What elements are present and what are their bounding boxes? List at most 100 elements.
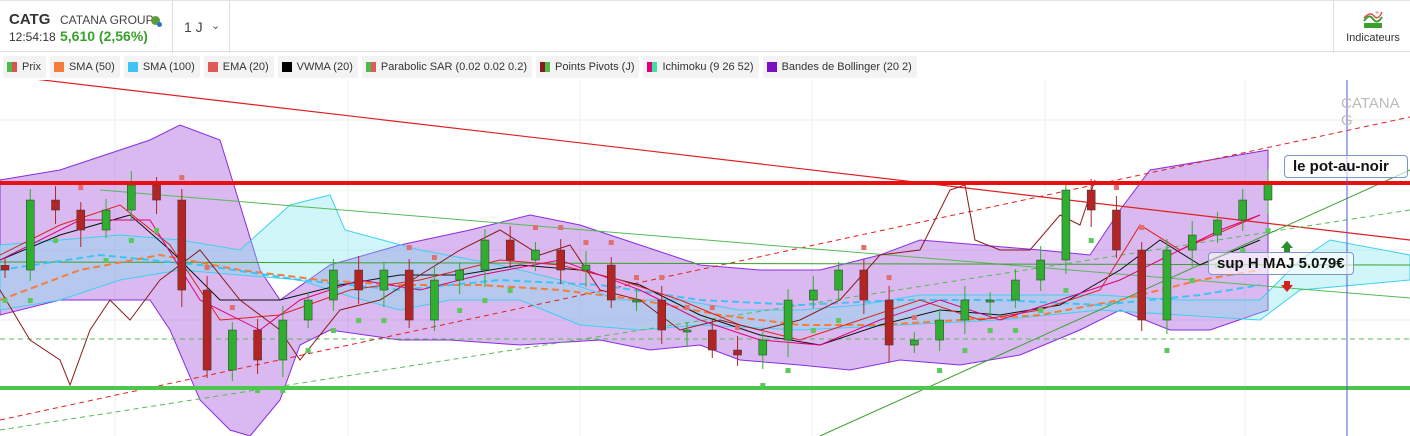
candle-down[interactable] bbox=[253, 329, 262, 361]
sar-dot bbox=[229, 305, 235, 311]
legend-item[interactable]: Ichimoku (9 26 52) bbox=[643, 56, 759, 78]
sar-dot bbox=[330, 328, 336, 334]
legend-swatch-icon bbox=[281, 62, 292, 72]
legend-label: SMA (100) bbox=[142, 61, 195, 73]
candle-down[interactable] bbox=[606, 264, 616, 301]
sar-dot bbox=[53, 238, 59, 244]
chart-watermark: CATANA G bbox=[1341, 95, 1399, 129]
indicators-button[interactable]: + Indicateurs bbox=[1336, 9, 1410, 44]
candle-up[interactable] bbox=[1238, 199, 1247, 221]
candle-down[interactable] bbox=[1137, 249, 1146, 321]
candle-up[interactable] bbox=[278, 319, 288, 361]
candle-up[interactable] bbox=[809, 289, 818, 301]
candle-up[interactable] bbox=[531, 249, 540, 261]
sar-dot bbox=[532, 225, 538, 231]
candle-down[interactable] bbox=[556, 249, 565, 271]
sar-dot bbox=[179, 175, 185, 181]
candle-down[interactable] bbox=[152, 184, 161, 201]
candle-up[interactable] bbox=[228, 329, 237, 371]
legend-item[interactable]: SMA (100) bbox=[123, 56, 200, 78]
sar-dot bbox=[684, 305, 690, 311]
legend-item[interactable]: Prix bbox=[3, 56, 46, 78]
candle-up[interactable] bbox=[127, 184, 136, 211]
candle-up[interactable] bbox=[379, 269, 389, 291]
legend-item[interactable]: Points Pivots (J) bbox=[536, 56, 640, 78]
legend-label: Parabolic SAR (0.02 0.02 0.2) bbox=[380, 61, 528, 73]
candle-up[interactable] bbox=[101, 209, 111, 231]
sar-dot bbox=[1265, 228, 1271, 234]
candle-up[interactable] bbox=[1162, 249, 1172, 321]
candle-up[interactable] bbox=[1011, 279, 1020, 301]
legend-item[interactable]: Bandes de Bollinger (20 2) bbox=[762, 56, 917, 78]
sar-dot bbox=[987, 328, 993, 334]
candle-up[interactable] bbox=[758, 339, 768, 356]
candle-up[interactable] bbox=[480, 239, 490, 271]
candle-up[interactable] bbox=[581, 264, 591, 271]
sar-dot bbox=[1063, 288, 1069, 294]
legend-swatch-icon bbox=[207, 62, 218, 72]
legend-swatch-icon bbox=[766, 62, 777, 72]
candle-down[interactable] bbox=[404, 269, 414, 321]
legend-label: SMA (50) bbox=[68, 61, 115, 73]
sar-dot bbox=[204, 265, 210, 271]
support-annotation[interactable]: sup H MAJ 5.079€ bbox=[1208, 252, 1354, 275]
sar-dot bbox=[608, 240, 614, 246]
candle-down[interactable] bbox=[1112, 209, 1121, 251]
candle-up[interactable] bbox=[834, 269, 843, 291]
legend-swatch-icon bbox=[53, 62, 64, 72]
candle-up[interactable] bbox=[783, 299, 793, 341]
candle-up[interactable] bbox=[455, 269, 464, 281]
candle-up[interactable] bbox=[910, 339, 919, 346]
candle-up[interactable] bbox=[632, 299, 641, 303]
candle-up[interactable] bbox=[1213, 219, 1222, 236]
candle-down[interactable] bbox=[657, 299, 667, 331]
price-chart[interactable] bbox=[0, 80, 1410, 436]
candle-down[interactable] bbox=[859, 269, 869, 301]
candle-down[interactable] bbox=[708, 329, 717, 351]
candle-up[interactable] bbox=[329, 269, 338, 301]
legend-item[interactable]: SMA (50) bbox=[49, 56, 120, 78]
candle-up[interactable] bbox=[960, 299, 970, 321]
sar-dot bbox=[457, 308, 463, 314]
candle-down[interactable] bbox=[1086, 189, 1096, 211]
sar-dot bbox=[1189, 278, 1195, 284]
candle-up[interactable] bbox=[303, 299, 313, 321]
candle-up[interactable] bbox=[935, 319, 944, 341]
legend-item[interactable]: Parabolic SAR (0.02 0.02 0.2) bbox=[361, 56, 533, 78]
candle-down[interactable] bbox=[505, 239, 515, 261]
legend-label: Bandes de Bollinger (20 2) bbox=[781, 61, 912, 73]
sar-dot bbox=[709, 305, 715, 311]
legend-label: Prix bbox=[22, 61, 41, 73]
candle-up[interactable] bbox=[682, 329, 692, 333]
candle-down[interactable] bbox=[202, 289, 212, 371]
candle-down[interactable] bbox=[0, 265, 10, 271]
sar-dot bbox=[356, 318, 362, 324]
candle-up[interactable] bbox=[1036, 259, 1045, 281]
sar-dot bbox=[103, 258, 109, 264]
sar-dot bbox=[507, 288, 513, 294]
ticker-symbol: CATG bbox=[9, 11, 51, 28]
legend-item[interactable]: VWMA (20) bbox=[277, 56, 358, 78]
sar-dot bbox=[305, 348, 311, 354]
candle-up[interactable] bbox=[1263, 182, 1273, 201]
candle-up[interactable] bbox=[985, 299, 995, 303]
candle-down[interactable] bbox=[354, 269, 363, 291]
candle-down[interactable] bbox=[733, 349, 742, 356]
sar-dot bbox=[1139, 225, 1145, 231]
candle-down[interactable] bbox=[76, 209, 86, 231]
candle-down[interactable] bbox=[51, 199, 60, 211]
sar-dot bbox=[78, 185, 84, 191]
chevron-down-icon[interactable]: ⌄ bbox=[211, 19, 220, 32]
resistance-annotation[interactable]: le pot-au-noir bbox=[1284, 155, 1408, 178]
candle-down[interactable] bbox=[884, 299, 894, 346]
candle-up[interactable] bbox=[1187, 234, 1197, 251]
candle-up[interactable] bbox=[26, 199, 35, 271]
candle-down[interactable] bbox=[177, 199, 187, 291]
period-select[interactable]: 1 J bbox=[184, 19, 203, 35]
legend-item[interactable]: EMA (20) bbox=[203, 56, 274, 78]
sar-dot bbox=[1088, 238, 1094, 244]
sar-dot bbox=[2, 298, 8, 304]
candle-up[interactable] bbox=[430, 279, 439, 321]
sar-dot bbox=[962, 348, 968, 354]
candle-up[interactable] bbox=[1061, 189, 1071, 261]
